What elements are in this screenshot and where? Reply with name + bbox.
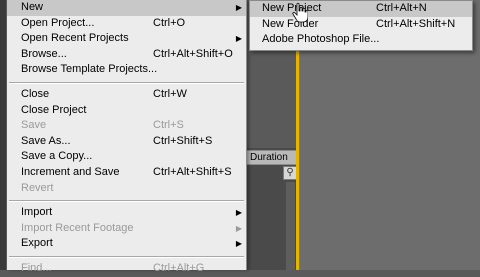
menu-separator <box>7 252 246 261</box>
submenu-item-label: Adobe Photoshop File... <box>262 33 380 46</box>
menu-item-label: Export <box>21 237 53 250</box>
menu-item-label: Save a Copy... <box>21 150 93 163</box>
submenu-arrow-icon: ▶ <box>235 208 242 218</box>
menu-item-label: Browse Template Projects... <box>21 63 158 76</box>
submenu-item-shortcut: Ctrl+Alt+Shift+N <box>376 17 456 30</box>
submenu-arrow-icon: ▶ <box>235 223 242 233</box>
menu-item-label: Open Project... <box>21 16 95 29</box>
menu-item-open-recent-projects[interactable]: Open Recent Projects ▶ <box>7 31 246 47</box>
submenu-item-shortcut: Ctrl+Alt+N <box>376 2 427 14</box>
submenu-item-new-folder[interactable]: New Folder Ctrl+Alt+Shift+N <box>250 17 472 33</box>
menu-item-label: Browse... <box>21 47 67 60</box>
menu-item-find: Find... Ctrl+Alt+G <box>7 261 246 277</box>
submenu-arrow-icon: ▶ <box>235 3 242 12</box>
menu-item-shortcut: Ctrl+O <box>153 16 186 29</box>
mouse-cursor-icon <box>292 3 308 23</box>
menu-item-label: Close Project <box>21 103 87 116</box>
menu-item-save: Save Ctrl+S <box>7 118 246 134</box>
menu-item-import-recent-footage: Import Recent Footage ▶ <box>7 221 246 237</box>
submenu-arrow-icon: ▶ <box>235 34 242 44</box>
menu-item-label: Save <box>21 119 47 132</box>
menu-item-export[interactable]: Export ▶ <box>7 236 246 252</box>
menu-item-label: New <box>21 1 44 13</box>
duration-column-header[interactable]: Duration <box>246 150 298 165</box>
submenu-item-new-project[interactable]: New Project Ctrl+Alt+N <box>250 1 472 17</box>
menu-item-open-project[interactable]: Open Project... Ctrl+O <box>7 16 246 32</box>
timeline-tool-icon[interactable]: ⚲ <box>283 166 297 180</box>
timeline-scrollbar[interactable] <box>286 182 295 270</box>
new-submenu: New Project Ctrl+Alt+N New Folder Ctrl+Alt+… <box>249 0 473 51</box>
submenu-item-label: New Folder <box>262 17 319 30</box>
menu-item-browse[interactable]: Browse... Ctrl+Alt+Shift+O <box>7 47 246 63</box>
menu-item-label: Find... <box>21 261 52 274</box>
menu-item-shortcut: Ctrl+Alt+Shift+O <box>153 47 233 60</box>
menu-item-label: Import <box>21 206 53 219</box>
menu-item-shortcut: Ctrl+S <box>153 119 184 132</box>
menu-item-label: Open Recent Projects <box>21 32 129 45</box>
menu-item-label: Import Recent Footage <box>21 221 134 234</box>
menu-item-import[interactable]: Import ▶ <box>7 205 246 221</box>
menu-item-close[interactable]: Close Ctrl+W <box>7 87 246 103</box>
menu-item-shortcut: Ctrl+Alt+Shift+S <box>153 165 232 178</box>
menu-item-label: Close <box>21 87 50 100</box>
menu-item-label: Revert <box>21 181 54 194</box>
menu-separator <box>7 196 246 205</box>
menu-item-label: Save As... <box>21 134 71 147</box>
submenu-item-adobe-photoshop-file[interactable]: Adobe Photoshop File... <box>250 32 472 48</box>
menu-item-shortcut: Ctrl+Alt+G <box>153 261 205 274</box>
file-menu: New ▶ Open Project... Ctrl+O Open Recent Pro… <box>7 0 247 274</box>
app-left-edge <box>0 0 6 270</box>
menu-separator <box>7 78 246 87</box>
menu-item-browse-template-projects[interactable]: Browse Template Projects... <box>7 62 246 78</box>
menu-item-new[interactable]: New ▶ <box>7 0 246 16</box>
menu-item-increment-and-save[interactable]: Increment and Save Ctrl+Alt+Shift+S <box>7 165 246 181</box>
menu-item-revert: Revert <box>7 181 246 197</box>
menu-item-shortcut: Ctrl+W <box>153 87 187 100</box>
submenu-arrow-icon: ▶ <box>235 239 242 249</box>
menu-item-label: Increment and Save <box>21 165 120 178</box>
menu-item-save-as[interactable]: Save As... Ctrl+Shift+S <box>7 134 246 150</box>
menu-item-close-project[interactable]: Close Project <box>7 103 246 119</box>
menu-item-save-a-copy[interactable]: Save a Copy... <box>7 149 246 165</box>
menu-item-shortcut: Ctrl+Shift+S <box>153 134 213 147</box>
